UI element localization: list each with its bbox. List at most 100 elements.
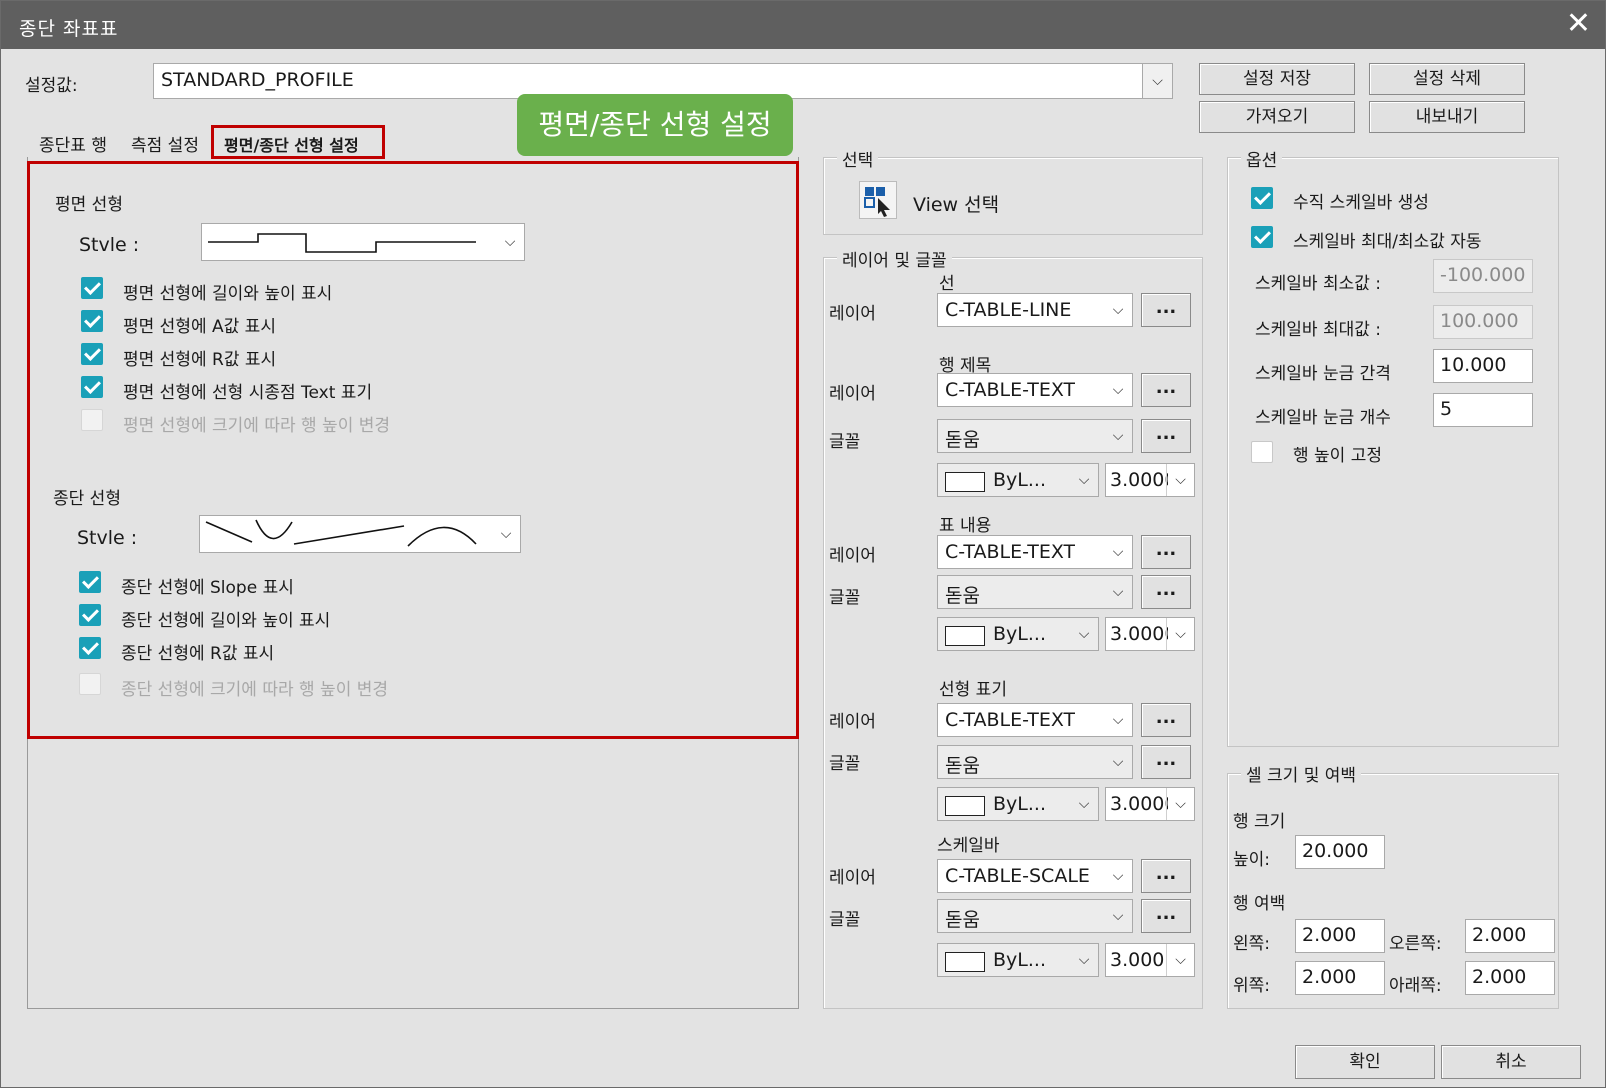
- scalebar-layer-value: C-TABLE-SCALE: [945, 865, 1090, 887]
- alignment-font-combo[interactable]: 돋움 ⌵: [937, 745, 1133, 779]
- chevron-down-icon[interactable]: ⌵: [1166, 464, 1194, 496]
- line-layer-combo[interactable]: C-TABLE-LINE ⌵: [937, 293, 1133, 327]
- color-swatch: [945, 952, 985, 972]
- scalebar-font-more-button[interactable]: ...: [1141, 899, 1191, 933]
- selection-group-title: 선택: [837, 146, 879, 171]
- ok-button[interactable]: 확인: [1295, 1045, 1435, 1079]
- profile-check-r-value[interactable]: [79, 637, 101, 659]
- tab-alignment-settings[interactable]: 평면/종단 선형 설정: [224, 132, 359, 156]
- chevron-down-icon[interactable]: ⌵: [1104, 576, 1132, 608]
- profile-check-label: 종단 선형에 R값 표시: [121, 644, 275, 664]
- chevron-down-icon[interactable]: ⌵: [1142, 64, 1172, 98]
- chevron-down-icon[interactable]: ⌵: [1070, 944, 1098, 976]
- alignment-layer-combo[interactable]: C-TABLE-TEXT ⌵: [937, 703, 1133, 737]
- right-margin-input[interactable]: 2.000: [1465, 919, 1555, 953]
- alignment-font-value: 돋움: [945, 755, 980, 777]
- cell-size-group-title: 셀 크기 및 여백: [1241, 761, 1362, 786]
- alignment-size-combo[interactable]: 3.0000 ⌵: [1105, 787, 1195, 821]
- table-content-color-combo[interactable]: ByL... ⌵: [937, 617, 1099, 651]
- row-title-layer-combo[interactable]: C-TABLE-TEXT ⌵: [937, 373, 1133, 407]
- chevron-down-icon[interactable]: ⌵: [1104, 294, 1132, 326]
- vertical-scalebar-checkbox[interactable]: [1251, 187, 1273, 209]
- plan-check-length-height[interactable]: [81, 277, 103, 299]
- top-margin-label: 위쪽:: [1233, 976, 1271, 996]
- cancel-button[interactable]: 취소: [1441, 1045, 1581, 1079]
- alignment-color-combo[interactable]: ByL... ⌵: [937, 787, 1099, 821]
- profile-style-label: Stvle :: [77, 527, 138, 549]
- top-margin-input[interactable]: 2.000: [1295, 961, 1385, 995]
- plan-check-start-end-text[interactable]: [81, 376, 103, 398]
- table-content-layer-combo[interactable]: C-TABLE-TEXT ⌵: [937, 535, 1133, 569]
- chevron-down-icon[interactable]: ⌵: [1104, 374, 1132, 406]
- row-title-color-combo[interactable]: ByL... ⌵: [937, 463, 1099, 497]
- row-height-input[interactable]: 20.000: [1295, 835, 1385, 869]
- row-title-size-combo[interactable]: 3.0000 ⌵: [1105, 463, 1195, 497]
- options-group-title: 옵션: [1241, 146, 1283, 171]
- profile-check-length-height[interactable]: [79, 604, 101, 626]
- chevron-down-icon[interactable]: ⌵: [1104, 536, 1132, 568]
- scalebar-layer-more-button[interactable]: ...: [1141, 859, 1191, 893]
- row-title-layer-more-button[interactable]: ...: [1141, 373, 1191, 407]
- alignment-font-more-button[interactable]: ...: [1141, 745, 1191, 779]
- scalebar-interval-input[interactable]: 10.000: [1433, 349, 1533, 383]
- chevron-down-icon[interactable]: ⌵: [1070, 464, 1098, 496]
- chevron-down-icon[interactable]: ⌵: [1104, 900, 1132, 932]
- scalebar-min-input[interactable]: -100.000: [1433, 259, 1533, 293]
- close-icon[interactable]: ✕: [1566, 7, 1591, 41]
- view-select-label[interactable]: View 선택: [913, 190, 999, 217]
- bottom-margin-label: 아래쪽:: [1389, 976, 1442, 996]
- delete-preset-button[interactable]: 설정 삭제: [1369, 63, 1525, 95]
- row-title-font-more-button[interactable]: ...: [1141, 419, 1191, 453]
- scalebar-max-input[interactable]: 100.000: [1433, 305, 1533, 339]
- chevron-down-icon[interactable]: ⌵: [1104, 420, 1132, 452]
- table-content-font-more-button[interactable]: ...: [1141, 575, 1191, 609]
- color-swatch: [945, 796, 985, 816]
- line-layer-more-button[interactable]: ...: [1141, 293, 1191, 327]
- table-content-layer-more-button[interactable]: ...: [1141, 535, 1191, 569]
- left-margin-input[interactable]: 2.000: [1295, 919, 1385, 953]
- chevron-down-icon[interactable]: ⌵: [1166, 944, 1194, 976]
- bottom-margin-input[interactable]: 2.000: [1465, 961, 1555, 995]
- chevron-down-icon[interactable]: ⌵: [1166, 618, 1194, 650]
- chevron-down-icon[interactable]: ⌵: [496, 224, 524, 260]
- profile-style-combo[interactable]: ⌵: [199, 515, 521, 553]
- chevron-down-icon[interactable]: ⌵: [1070, 618, 1098, 650]
- chevron-down-icon[interactable]: ⌵: [492, 516, 520, 552]
- alignment-size-value: 3.0000: [1110, 793, 1168, 815]
- alignment-layer-more-button[interactable]: ...: [1141, 703, 1191, 737]
- row-title-layer-value: C-TABLE-TEXT: [945, 379, 1076, 401]
- scalebar-color-combo[interactable]: ByL... ⌵: [937, 943, 1099, 977]
- line-heading: 선: [939, 274, 955, 294]
- table-content-size-combo[interactable]: 3.0000 ⌵: [1105, 617, 1195, 651]
- export-button[interactable]: 내보내기: [1369, 101, 1525, 133]
- chevron-down-icon[interactable]: ⌵: [1166, 788, 1194, 820]
- table-content-font-value: 돋움: [945, 585, 980, 607]
- chevron-down-icon[interactable]: ⌵: [1104, 704, 1132, 736]
- plan-check-row-height[interactable]: [81, 409, 103, 431]
- profile-check-row-height[interactable]: [79, 673, 101, 695]
- scalebar-size-combo[interactable]: 3.000 ⌵: [1105, 943, 1195, 977]
- scalebar-font-combo[interactable]: 돋움 ⌵: [937, 899, 1133, 933]
- profile-style-preview: [205, 519, 477, 547]
- plan-style-combo[interactable]: ⌵: [201, 223, 525, 261]
- row-title-font-combo[interactable]: 돋움 ⌵: [937, 419, 1133, 453]
- scalebar-layer-combo[interactable]: C-TABLE-SCALE ⌵: [937, 859, 1133, 893]
- auto-minmax-checkbox[interactable]: [1251, 226, 1273, 248]
- plan-check-r-value[interactable]: [81, 343, 103, 365]
- scalebar-count-input[interactable]: 5: [1433, 393, 1533, 427]
- chevron-down-icon[interactable]: ⌵: [1104, 746, 1132, 778]
- table-content-font-combo[interactable]: 돋움 ⌵: [937, 575, 1133, 609]
- fix-row-height-checkbox[interactable]: [1251, 441, 1273, 463]
- save-preset-button[interactable]: 설정 저장: [1199, 63, 1355, 95]
- tab-profile-rows[interactable]: 종단표 행: [39, 131, 107, 156]
- row-title-size-value: 3.0000: [1110, 469, 1168, 491]
- view-select-icon[interactable]: [859, 181, 897, 219]
- profile-check-slope[interactable]: [79, 571, 101, 593]
- font-label: 글꼴: [829, 910, 861, 930]
- tab-station-settings[interactable]: 측점 설정: [131, 131, 199, 156]
- chevron-down-icon[interactable]: ⌵: [1070, 788, 1098, 820]
- import-button[interactable]: 가져오기: [1199, 101, 1355, 133]
- chevron-down-icon[interactable]: ⌵: [1104, 860, 1132, 892]
- scalebar-color-value: ByL...: [993, 949, 1046, 971]
- plan-check-a-value[interactable]: [81, 310, 103, 332]
